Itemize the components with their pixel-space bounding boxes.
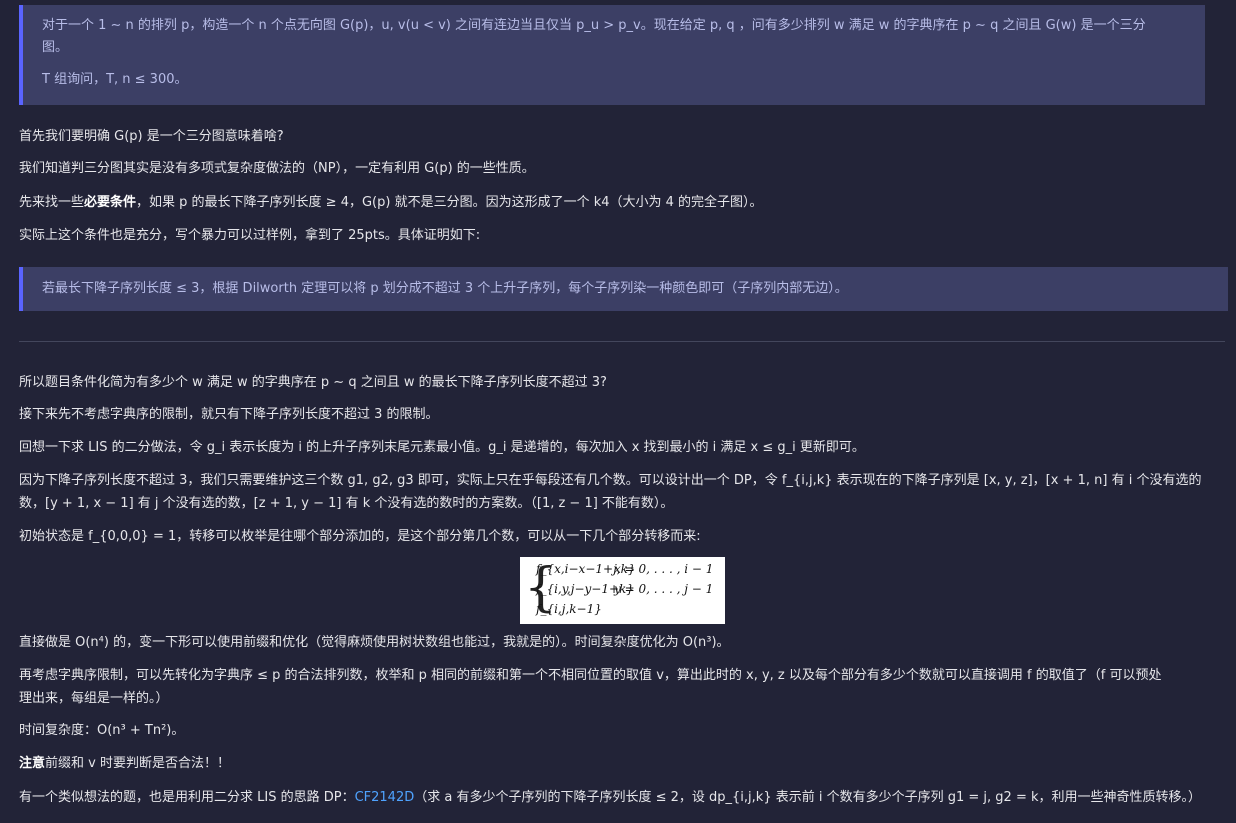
paragraph: 实际上这个条件也是充分，写个暴力可以过样例，拿到了 25pts。具体证明如下:	[19, 228, 481, 243]
formula-row: f_{i,j,k−1}	[536, 599, 602, 619]
formula-term: f_{i,j,k−1}	[536, 602, 602, 616]
callout-line: 对于一个 1 ∼ n 的排列 p，构造一个 n 个点无向图 G(p)，u, v(…	[42, 18, 1146, 33]
paragraph: 注意前缀和 v 时要判断是否合法！！	[19, 754, 1219, 774]
callout-line: T 组询问，T, n ≤ 300。	[42, 72, 188, 87]
paragraph: 我们知道判三分图其实是没有多项式复杂度做法的（NP），一定有利用 G(p) 的一…	[19, 161, 535, 176]
paragraph: 初始状态是 f_{0,0,0} = 1，转移可以枚举是往哪个部分添加的，是这个部…	[19, 529, 701, 544]
paragraph: 首先我们要明确 G(p) 是一个三分图意味着啥?	[19, 129, 284, 144]
article-page: 对于一个 1 ∼ n 的排列 p，构造一个 n 个点无向图 G(p)，u, v(…	[0, 0, 1236, 823]
paragraph: 再考虑字典序限制，可以先转化为字典序 ≤ p 的合法排列数，枚举和 p 相同的前…	[19, 668, 1162, 683]
paragraph: 接下来先不考虑字典序的限制，就只有下降子序列长度不超过 3 的限制。	[19, 407, 439, 422]
proof-callout: 若最长下降子序列长度 ≤ 3，根据 Dilworth 定理可以将 p 划分成不超…	[19, 267, 1228, 311]
problem-statement-callout: 对于一个 1 ∼ n 的排列 p，构造一个 n 个点无向图 G(p)，u, v(…	[19, 5, 1205, 105]
divider	[19, 341, 1225, 342]
paragraph: 先来找一些必要条件，如果 p 的最长下降子序列长度 ≥ 4，G(p) 就不是三分…	[19, 193, 1219, 213]
paragraph: 有一个类似想法的题，也是用利用二分求 LIS 的思路 DP：CF2142D（求 …	[19, 788, 1219, 808]
text-span: （求 a 有多少个子序列的下降子序列长度 ≤ 2，设 dp_{i,j,k} 表示…	[414, 790, 1201, 805]
formula-row: f_{x,i−x−1+j,k} x = 0, . . . , i − 1	[536, 559, 713, 579]
text-span: ，如果 p 的最长下降子序列长度 ≥ 4，G(p) 就不是三分图。因为这形成了一…	[136, 195, 763, 210]
paragraph: 回想一下求 LIS 的二分做法，令 g_i 表示长度为 i 的上升子序列末尾元素…	[19, 440, 865, 455]
paragraph: 所以题目条件化简为有多少个 w 满足 w 的字典序在 p ∼ q 之间且 w 的…	[19, 375, 607, 390]
text-span: 前缀和 v 时要判断是否合法！！	[45, 756, 230, 771]
bold-text: 注意	[19, 756, 46, 771]
text-span: 先来找一些	[19, 195, 85, 210]
paragraph: 直接做是 O(n⁴) 的，变一下形可以使用前缀和优化（觉得麻烦使用树状数组也能过…	[19, 635, 730, 650]
text-span: 有一个类似想法的题，也是用利用二分求 LIS 的思路 DP：	[19, 790, 355, 805]
formula-condition: y = 0, . . . , j − 1	[614, 582, 714, 596]
bold-text: 必要条件	[84, 195, 137, 210]
callout-text: 若最长下降子序列长度 ≤ 3，根据 Dilworth 定理可以将 p 划分成不超…	[42, 281, 848, 296]
paragraph: 理出来，每组是一样的。）	[19, 691, 169, 706]
paragraph: 因为下降子序列长度不超过 3，我们只需要维护这三个数 g1, g2, g3 即可…	[19, 473, 1202, 488]
problem-link-cf2142d[interactable]: CF2142D	[355, 790, 415, 805]
paragraph: 时间复杂度：O(n³ + Tn²)。	[19, 723, 185, 738]
callout-line: 图。	[42, 40, 69, 55]
formula-condition: x = 0, . . . , i − 1	[614, 562, 714, 576]
paragraph: 数，[y + 1, x − 1] 有 j 个没有选的数，[z + 1, y − …	[19, 496, 674, 511]
transition-formula: { f_{x,i−x−1+j,k} x = 0, . . . , i − 1 f…	[520, 557, 725, 624]
formula-row: f_{i,y,j−y−1+k} y = 0, . . . , j − 1	[536, 579, 713, 599]
